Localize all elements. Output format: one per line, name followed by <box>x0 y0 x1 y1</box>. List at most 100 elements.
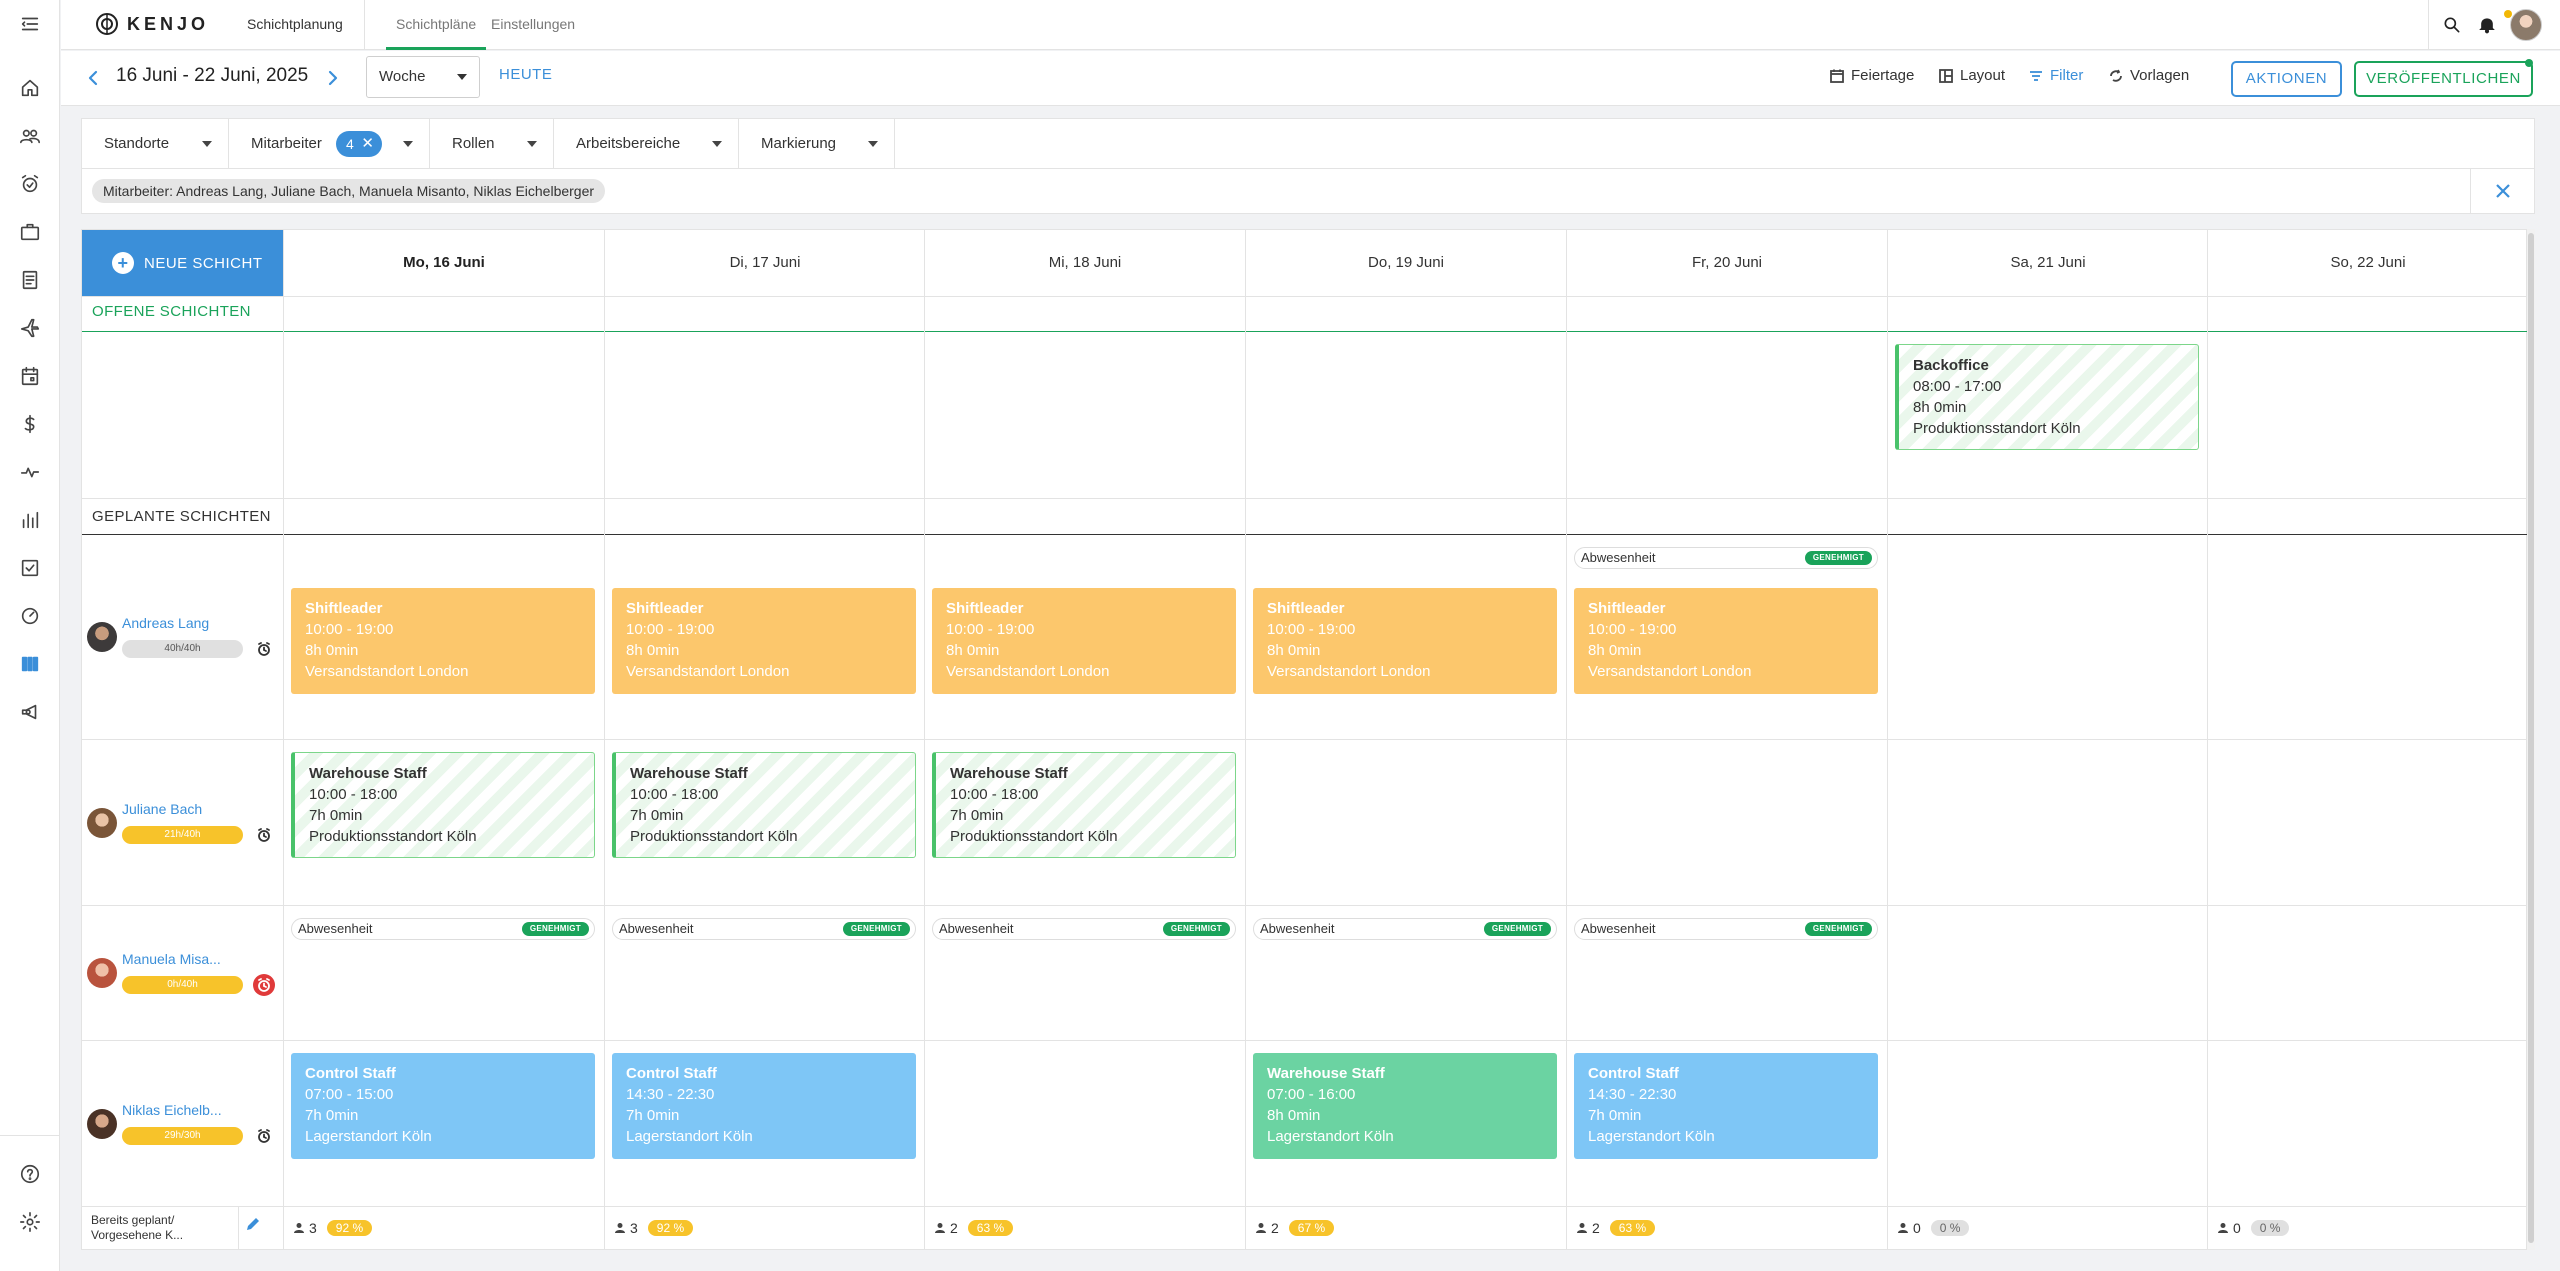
shift-card[interactable]: Control Staff 07:00 - 15:00 7h 0min Lagerst… <box>291 1053 595 1159</box>
shift-card[interactable]: Warehouse Staff 07:00 - 16:00 8h 0min Lager… <box>1253 1053 1557 1159</box>
shift-card[interactable]: Warehouse Staff 10:00 - 18:00 7h 0min Produ… <box>612 752 916 858</box>
scrollbar-thumb[interactable] <box>2528 233 2534 1243</box>
shift-card[interactable]: Control Staff 14:30 - 22:30 7h 0min Lagerst… <box>1574 1053 1878 1159</box>
notifications-icon[interactable] <box>2474 12 2500 38</box>
day-header[interactable]: Di, 17 Juni <box>604 230 925 296</box>
clear-x-icon[interactable]: ✕ <box>361 131 374 157</box>
day-header[interactable]: Fr, 20 Juni <box>1566 230 1887 296</box>
search-icon[interactable] <box>2439 12 2465 38</box>
home-icon[interactable] <box>12 70 48 106</box>
filter-arbeitsbereiche[interactable]: Arbeitsbereiche <box>554 119 739 168</box>
attendance-alarm-icon[interactable] <box>253 974 275 996</box>
attendance-alarm-icon[interactable] <box>253 638 275 660</box>
absence-pill[interactable]: Abwesenheit GENEHMIGT <box>932 918 1236 940</box>
shift-role: Warehouse Staff <box>1267 1065 1385 1082</box>
shift-card[interactable]: Warehouse Staff 10:00 - 18:00 7h 0min Produ… <box>291 752 595 858</box>
actions-button[interactable]: AKTIONEN <box>2231 61 2342 97</box>
shift-location: Versandstandort London <box>946 663 1110 680</box>
bar-chart-icon[interactable] <box>12 502 48 538</box>
shift-card[interactable]: Shiftleader 10:00 - 19:00 8h 0min Versandst… <box>1574 588 1878 694</box>
employee-name[interactable]: Andreas Lang <box>122 615 209 631</box>
shift-card[interactable]: Warehouse Staff 10:00 - 18:00 7h 0min Produ… <box>932 752 1236 858</box>
help-icon[interactable] <box>12 1156 48 1192</box>
day-header[interactable]: So, 22 Juni <box>2207 230 2528 296</box>
gauge-icon[interactable] <box>12 598 48 634</box>
dollar-icon[interactable] <box>12 406 48 442</box>
kenjo-logo[interactable]: KENJO <box>95 12 209 36</box>
absence-pill[interactable]: Abwesenheit GENEHMIGT <box>291 918 595 940</box>
alarm-icon[interactable] <box>12 166 48 202</box>
menu-icon[interactable] <box>12 6 48 42</box>
plane-icon[interactable] <box>12 310 48 346</box>
employee-name[interactable]: Manuela Misa... <box>122 951 221 967</box>
shift-time: 14:30 - 22:30 <box>1588 1086 1677 1103</box>
today-button[interactable]: HEUTE <box>499 66 552 83</box>
layout-button[interactable]: Layout <box>1938 67 2005 84</box>
employee-name[interactable]: Juliane Bach <box>122 801 202 817</box>
shift-card[interactable]: Control Staff 14:30 - 22:30 7h 0min Lagerst… <box>612 1053 916 1159</box>
day-header[interactable]: Mo, 16 Juni <box>283 230 604 296</box>
people-icon[interactable] <box>12 118 48 154</box>
employee-avatar[interactable] <box>87 622 117 652</box>
calendar-icon[interactable] <box>12 358 48 394</box>
edit-pencil-icon[interactable] <box>245 1216 261 1236</box>
absence-pill[interactable]: Abwesenheit GENEHMIGT <box>1253 918 1557 940</box>
shift-card[interactable]: Backoffice 08:00 - 17:00 8h 0min Produktion… <box>1895 344 2199 450</box>
absence-pill[interactable]: Abwesenheit GENEHMIGT <box>1574 918 1878 940</box>
day-header[interactable]: Do, 19 Juni <box>1245 230 1566 296</box>
megaphone-icon[interactable] <box>12 694 48 730</box>
filter-standorte[interactable]: Standorte <box>82 119 229 168</box>
shift-card[interactable]: Shiftleader 10:00 - 19:00 8h 0min Versandst… <box>612 588 916 694</box>
briefcase-icon[interactable] <box>12 214 48 250</box>
shift-role: Warehouse Staff <box>309 765 427 782</box>
employee-avatar[interactable] <box>87 808 117 838</box>
shift-duration: 7h 0min <box>950 807 1004 824</box>
pulse-icon[interactable] <box>12 454 48 490</box>
filter-mitarbeiter[interactable]: Mitarbeiter <box>229 119 430 168</box>
employee-avatar[interactable] <box>87 1109 117 1139</box>
active-filter-chip[interactable]: Mitarbeiter: Andreas Lang, Juliane Bach,… <box>92 179 606 203</box>
user-avatar[interactable] <box>2510 9 2542 41</box>
open-shifts-divider <box>82 331 2528 332</box>
shift-time: 10:00 - 18:00 <box>950 786 1039 803</box>
attendance-alarm-icon[interactable] <box>253 824 275 846</box>
attendance-alarm-icon[interactable] <box>253 1125 275 1147</box>
settings-icon[interactable] <box>12 1204 48 1240</box>
shift-duration: 8h 0min <box>1913 399 1967 416</box>
day-header[interactable]: Mi, 18 Juni <box>924 230 1245 296</box>
employee-avatar[interactable] <box>87 958 117 988</box>
employee-name[interactable]: Niklas Eichelb... <box>122 1102 222 1118</box>
document-icon[interactable] <box>12 262 48 298</box>
shift-card[interactable]: Shiftleader 10:00 - 19:00 8h 0min Versandst… <box>932 588 1236 694</box>
vertical-scrollbar[interactable] <box>2527 229 2535 1250</box>
shift-duration: 7h 0min <box>1588 1107 1642 1124</box>
tab-schichtplaene[interactable]: Schichtpläne <box>386 0 487 50</box>
shift-role: Warehouse Staff <box>630 765 748 782</box>
absence-pill[interactable]: Abwesenheit GENEHMIGT <box>612 918 916 940</box>
holidays-button[interactable]: Feiertage <box>1829 67 1914 84</box>
filter-markierung[interactable]: Markierung <box>739 119 895 168</box>
new-shift-button[interactable]: + NEUE SCHICHT <box>82 230 283 296</box>
shift-card[interactable]: Shiftleader 10:00 - 19:00 8h 0min Versandst… <box>1253 588 1557 694</box>
shift-planning-icon[interactable] <box>12 646 48 682</box>
checklist-icon[interactable] <box>12 550 48 586</box>
publish-button[interactable]: VERÖFFENTLICHEN <box>2354 61 2533 97</box>
filter-button[interactable]: Filter <box>2028 67 2083 84</box>
clear-filters-close-icon[interactable] <box>2470 169 2535 213</box>
mitarbeiter-count-badge[interactable]: 4 ✕ <box>336 131 382 157</box>
person-icon <box>1577 1223 1587 1233</box>
absence-pill[interactable]: Abwesenheit GENEHMIGT <box>1574 547 1878 569</box>
footer-label-line2: Vorgesehene K... <box>91 1228 184 1242</box>
approved-badge: GENEHMIGT <box>521 922 589 936</box>
coverage-percent-badge: 0 % <box>2250 1220 2290 1236</box>
tab-einstellungen[interactable]: Einstellungen <box>491 0 575 50</box>
view-select[interactable]: Woche <box>366 56 480 98</box>
previous-week-chevron-left-icon[interactable] <box>81 66 105 90</box>
templates-button[interactable]: Vorlagen <box>2108 67 2189 84</box>
next-week-chevron-right-icon[interactable] <box>321 66 345 90</box>
filter-rollen[interactable]: Rollen <box>430 119 554 168</box>
shift-location: Produktionsstandort Köln <box>630 828 798 845</box>
absence-label: Abwesenheit <box>1260 921 1335 936</box>
day-header[interactable]: Sa, 21 Juni <box>1887 230 2208 296</box>
shift-card[interactable]: Shiftleader 10:00 - 19:00 8h 0min Versandst… <box>291 588 595 694</box>
